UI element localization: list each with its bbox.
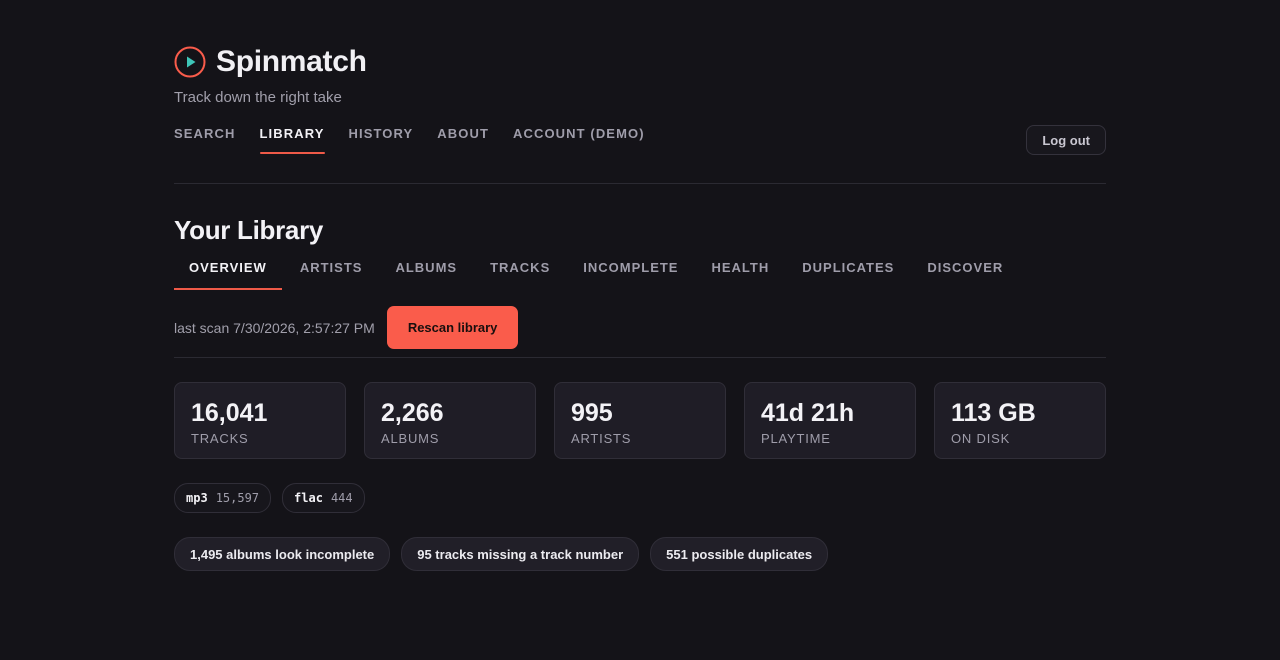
nav-history[interactable]: HISTORY	[349, 124, 414, 154]
nav-search[interactable]: SEARCH	[174, 124, 236, 154]
page-title: Your Library	[174, 215, 324, 245]
tab-artists[interactable]: ARTISTS	[285, 258, 378, 290]
logout-button[interactable]: Log out	[1026, 125, 1106, 155]
stat-label: ARTISTS	[571, 431, 632, 446]
format-name: flac	[294, 491, 323, 505]
tab-overview[interactable]: OVERVIEW	[174, 258, 282, 290]
alert-possible-duplicates[interactable]: 551 possible duplicates	[650, 537, 829, 571]
brand-header: Spinmatch	[174, 45, 1106, 79]
alert-missing-track-number[interactable]: 95 tracks missing a track number	[401, 537, 640, 571]
header-divider	[174, 183, 1106, 184]
last-scan-timestamp: last scan 7/30/2026, 2:57:27 PM	[174, 319, 375, 336]
stat-label: ALBUMS	[381, 431, 440, 446]
nav-about[interactable]: ABOUT	[437, 124, 489, 154]
stat-card-tracks: 16,041 TRACKS	[174, 382, 346, 459]
app-tagline: Track down the right take	[174, 89, 342, 106]
stats-row: 16,041 TRACKS 2,266 ALBUMS 995 ARTISTS 4…	[174, 382, 1106, 459]
tab-albums[interactable]: ALBUMS	[380, 258, 472, 290]
play-circle-icon	[174, 46, 206, 78]
app-container: Spinmatch Track down the right take SEAR…	[174, 0, 1106, 571]
stat-value: 41d 21h	[761, 399, 855, 427]
stat-value: 995	[571, 399, 613, 427]
stat-label: TRACKS	[191, 431, 249, 446]
format-count: 444	[330, 491, 353, 505]
format-count: 15,597	[215, 491, 260, 505]
tab-incomplete[interactable]: INCOMPLETE	[568, 258, 693, 290]
tab-health[interactable]: HEALTH	[696, 258, 784, 290]
tab-duplicates[interactable]: DUPLICATES	[787, 258, 909, 290]
format-name: mp3	[186, 491, 208, 505]
stat-card-playtime: 41d 21h PLAYTIME	[744, 382, 916, 459]
format-chips: mp3 15,597 flac 444	[174, 483, 1106, 513]
format-chip-mp3: mp3 15,597	[174, 483, 272, 513]
format-chip-flac: flac 444	[282, 483, 365, 513]
stat-card-disk: 113 GB ON DISK	[934, 382, 1106, 459]
nav-account[interactable]: ACCOUNT (DEMO)	[513, 124, 645, 154]
app-title: Spinmatch	[216, 45, 367, 78]
stat-label: PLAYTIME	[761, 431, 831, 446]
scan-divider	[174, 357, 1106, 358]
tab-discover[interactable]: DISCOVER	[912, 258, 1018, 290]
stat-card-artists: 995 ARTISTS	[554, 382, 726, 459]
stat-value: 113 GB	[951, 399, 1036, 427]
library-tabs: OVERVIEW ARTISTS ALBUMS TRACKS INCOMPLET…	[174, 258, 1106, 290]
stat-card-albums: 2,266 ALBUMS	[364, 382, 536, 459]
library-alerts: 1,495 albums look incomplete 95 tracks m…	[174, 537, 1106, 571]
stat-value: 16,041	[191, 399, 268, 427]
nav-library[interactable]: LIBRARY	[259, 124, 325, 154]
tab-tracks[interactable]: TRACKS	[475, 258, 565, 290]
stat-value: 2,266	[381, 399, 444, 427]
rescan-library-button[interactable]: Rescan library	[386, 306, 519, 349]
stat-label: ON DISK	[951, 431, 1011, 446]
alert-incomplete-albums[interactable]: 1,495 albums look incomplete	[174, 537, 391, 571]
top-navigation: SEARCH LIBRARY HISTORY ABOUT ACCOUNT (DE…	[174, 124, 1106, 166]
scan-bar: last scan 7/30/2026, 2:57:27 PM Rescan l…	[174, 306, 1106, 349]
